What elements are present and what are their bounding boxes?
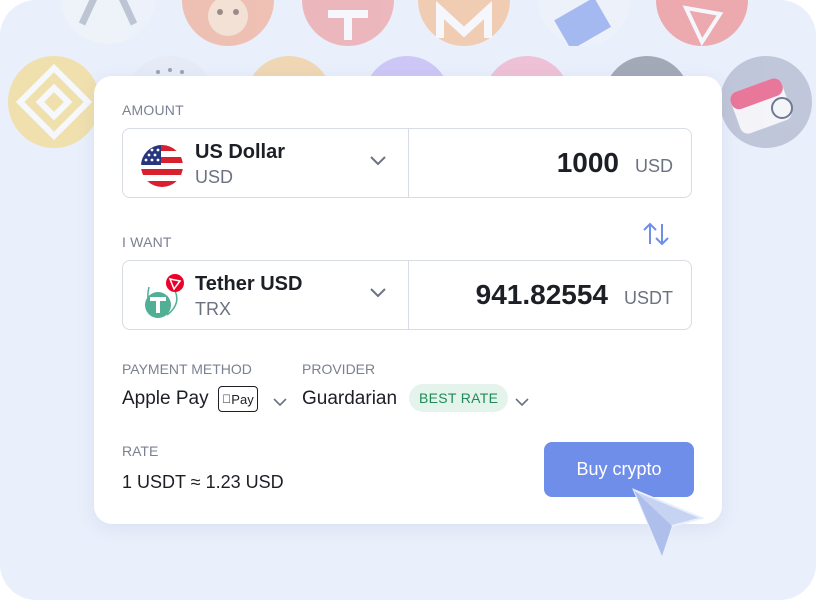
amount-input[interactable]: 1000 USD [557, 147, 673, 179]
rate-value: 1 USDT ≈ 1.23 USD [122, 472, 284, 492]
us-flag-icon [141, 145, 183, 192]
to-asset-ticker: TRX [195, 299, 231, 319]
chevron-down-icon [369, 153, 387, 171]
from-asset-selector[interactable]: US Dollar USD [141, 141, 401, 187]
chainlink-icon [538, 0, 630, 50]
sushi-icon [720, 56, 812, 148]
provider-label: PROVIDER [302, 361, 376, 377]
to-asset-name: Tether USD [195, 273, 303, 295]
swap-button[interactable] [640, 220, 672, 248]
coin-avax-icon [60, 0, 156, 44]
to-asset-selector[interactable]: Tether USD TRX [141, 273, 401, 319]
swap-arrows-icon [643, 222, 669, 246]
app-frame: AMOUNT US Dollar USD 1000 USD I WANT Tet… [0, 0, 816, 600]
chevron-down-icon [369, 285, 387, 303]
mouse-pointer-icon [632, 488, 708, 565]
payment-method-value: Apple Pay [122, 388, 209, 409]
from-asset-name: US Dollar [195, 141, 286, 163]
field-divider [408, 129, 409, 197]
rate-label: RATE [122, 443, 159, 459]
receive-value: 941.82554 [475, 279, 608, 310]
receive-currency: USDT [624, 288, 673, 308]
payment-method-label: PAYMENT METHOD [122, 361, 252, 377]
from-asset-ticker: USD [195, 167, 234, 187]
amount-value: 1000 [556, 147, 619, 178]
shiba-inu-icon [182, 0, 274, 46]
exchange-widget: AMOUNT US Dollar USD 1000 USD I WANT Tet… [94, 76, 722, 524]
amount-currency: USD [634, 156, 673, 176]
tron-icon [656, 0, 748, 47]
chevron-down-icon [272, 394, 288, 412]
field-divider [408, 261, 409, 329]
amount-field: US Dollar USD 1000 USD [122, 128, 692, 198]
want-label: I WANT [122, 234, 172, 250]
binance-icon [8, 56, 100, 148]
chevron-down-icon [514, 394, 530, 412]
apple-icon:  [222, 392, 231, 406]
receive-amount[interactable]: 941.82554 USDT [476, 279, 673, 311]
amount-label: AMOUNT [122, 102, 184, 118]
tether-on-tron-icon [141, 273, 185, 324]
provider-value: Guardarian [302, 388, 398, 409]
best-rate-badge: BEST RATE [409, 384, 509, 412]
apple-pay-badge: Pay [218, 386, 258, 412]
apple-pay-badge-text: Pay [226, 391, 253, 407]
want-field: Tether USD TRX 941.82554 USDT [122, 260, 692, 330]
payment-method-selector[interactable]: Apple Pay Pay [122, 382, 292, 414]
tether-icon [302, 0, 394, 46]
monero-icon [418, 0, 510, 46]
provider-selector[interactable]: Guardarian BEST RATE [302, 382, 532, 414]
